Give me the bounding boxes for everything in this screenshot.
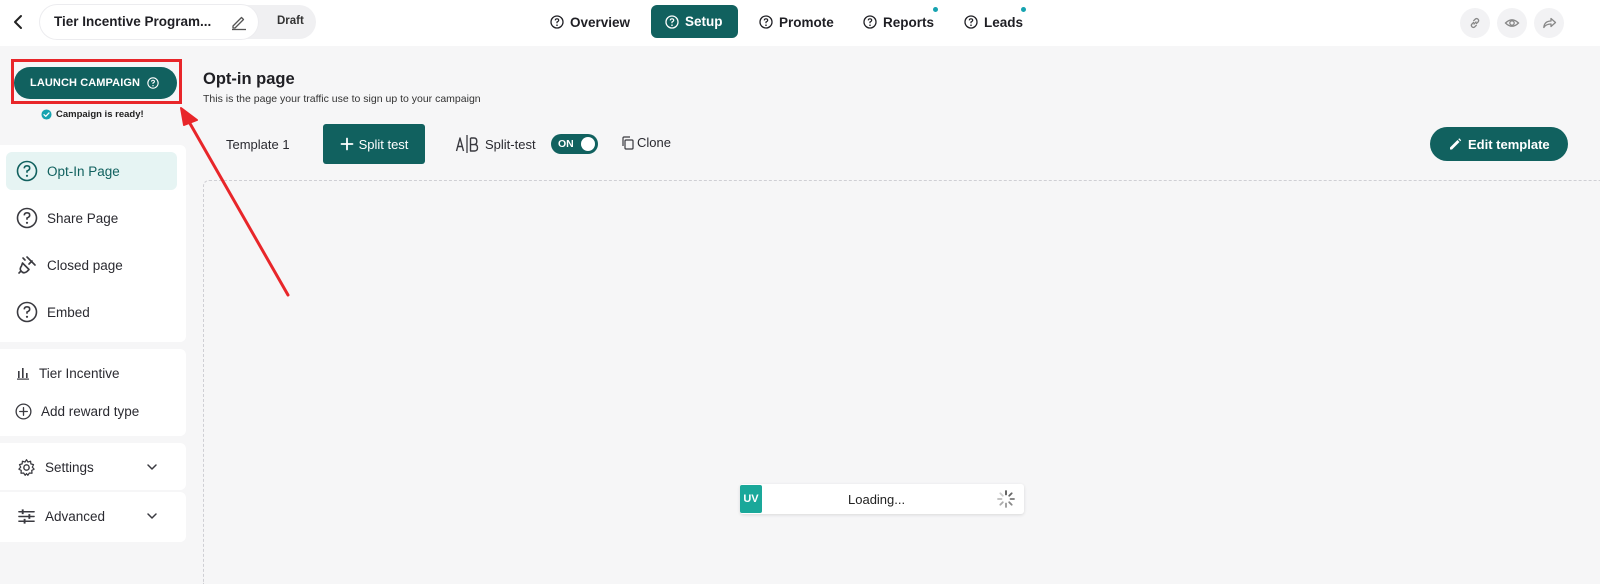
toggle-knob: [581, 137, 595, 151]
advanced-card: Advanced: [0, 492, 186, 542]
pencil-icon[interactable]: [230, 13, 248, 31]
help-circle-icon: [16, 207, 38, 229]
page-title: Opt-in page: [203, 70, 295, 88]
pencil-icon: [1450, 138, 1462, 150]
campaign-title: Tier Incentive Program...: [54, 14, 212, 29]
rewards-card: Tier Incentive Add reward type: [0, 349, 186, 436]
template-preview-area: [203, 180, 1600, 584]
copy-icon: [622, 135, 634, 150]
edit-template-label: Edit template: [1468, 136, 1550, 152]
leads-notification-dot: [1021, 7, 1026, 12]
plus-icon: [340, 137, 353, 151]
loading-indicator: UV Loading...: [740, 484, 1024, 514]
sidebar-item-closed-page[interactable]: Closed page: [6, 246, 177, 284]
campaign-ready-status: Campaign is ready!: [41, 109, 144, 120]
sidebar-item-label: Tier Incentive: [39, 365, 120, 381]
tab-setup[interactable]: Setup: [651, 5, 738, 38]
sidebar-item-tier-incentive[interactable]: Tier Incentive: [6, 354, 177, 392]
preview-button[interactable]: [1497, 8, 1527, 38]
loading-text: Loading...: [848, 492, 906, 507]
bar-chart-icon: [17, 368, 29, 380]
status-badge: Draft: [277, 15, 304, 27]
add-reward-type-button[interactable]: Add reward type: [6, 392, 177, 430]
campaign-ready-text: Campaign is ready!: [56, 109, 144, 120]
sidebar-item-label: Embed: [47, 304, 90, 320]
help-circle-icon: [759, 15, 773, 29]
campaign-title-field[interactable]: Tier Incentive Program...: [40, 5, 258, 39]
reports-notification-dot: [933, 7, 938, 12]
sidebar-item-label: Share Page: [47, 210, 119, 226]
chevron-down-icon: [147, 513, 157, 519]
plug-off-icon: [18, 256, 36, 274]
link-icon: [1470, 17, 1480, 29]
settings-section-toggle[interactable]: Settings: [6, 448, 182, 486]
sidebar-item-share-page[interactable]: Share Page: [6, 199, 177, 237]
uv-logo: UV: [740, 485, 762, 513]
tab-template-1[interactable]: Template 1: [226, 137, 290, 152]
split-test-label: Split-test: [485, 137, 536, 152]
settings-label: Settings: [45, 459, 94, 475]
help-circle-icon: [550, 15, 564, 29]
help-circle-icon: [863, 15, 877, 29]
split-test-button-label: Split test: [358, 136, 409, 152]
advanced-section-toggle[interactable]: Advanced: [6, 497, 182, 535]
pages-card: Opt-In Page Share Page Closed page Embed: [0, 145, 186, 342]
settings-card: Settings: [0, 443, 186, 490]
sidebar-item-label: Closed page: [47, 257, 123, 273]
campaign-title-pill: Tier Incentive Program... Draft: [40, 5, 316, 39]
tab-setup-label: Setup: [685, 14, 723, 29]
link-button[interactable]: [1460, 8, 1490, 38]
help-circle-icon: [665, 14, 679, 29]
sidebar-item-label: Opt-In Page: [47, 163, 120, 179]
edit-template-button[interactable]: Edit template: [1430, 127, 1568, 161]
top-bar: Tier Incentive Program... Draft Overview…: [0, 0, 1600, 46]
eye-icon: [1504, 19, 1520, 27]
gear-icon: [18, 458, 35, 476]
sliders-icon: [18, 508, 35, 524]
ab-test-icon: [455, 134, 479, 159]
tab-promote-label: Promote: [779, 14, 834, 30]
advanced-label: Advanced: [45, 508, 106, 524]
split-test-toggle[interactable]: ON: [551, 134, 598, 154]
clone-button[interactable]: Clone: [621, 135, 671, 150]
add-reward-type-label: Add reward type: [41, 403, 140, 419]
spinner-icon: [997, 490, 1015, 508]
split-test-button[interactable]: Split test: [323, 124, 425, 164]
chevron-down-icon: [147, 464, 157, 470]
tab-overview[interactable]: Overview: [536, 5, 644, 39]
sidebar-item-embed[interactable]: Embed: [6, 293, 177, 331]
highlight-box: [11, 59, 182, 104]
check-circle-icon: [41, 109, 52, 120]
toggle-state: ON: [558, 138, 574, 150]
share-button[interactable]: [1534, 8, 1564, 38]
clone-label: Clone: [637, 135, 671, 150]
tab-promote[interactable]: Promote: [745, 5, 848, 39]
help-circle-icon: [16, 301, 38, 323]
back-arrow-icon[interactable]: [8, 11, 30, 33]
sidebar-item-opt-in-page[interactable]: Opt-In Page: [6, 152, 177, 190]
plus-circle-icon: [15, 402, 32, 420]
tab-reports-label: Reports: [883, 14, 935, 30]
page-subtitle: This is the page your traffic use to sig…: [203, 93, 481, 105]
help-circle-icon: [964, 15, 978, 29]
tab-leads-label: Leads: [984, 14, 1024, 30]
tab-overview-label: Overview: [570, 14, 631, 30]
help-circle-icon: [16, 160, 38, 182]
share-arrow-icon: [1542, 17, 1556, 29]
